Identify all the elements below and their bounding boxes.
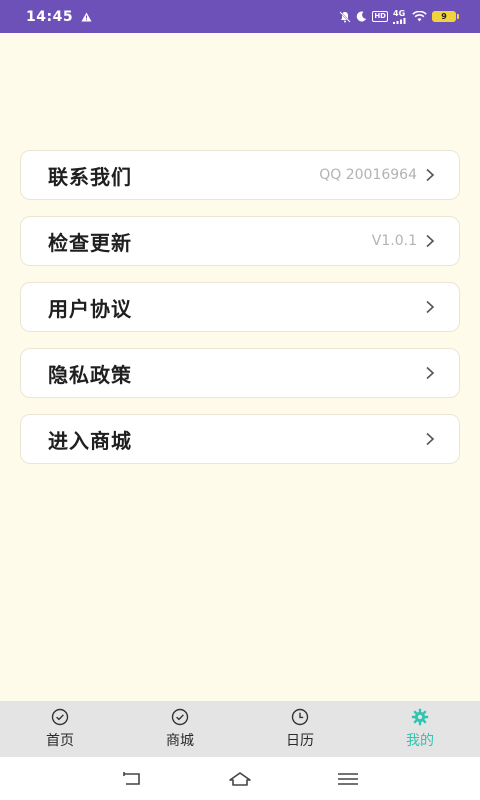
gear-icon <box>411 708 429 726</box>
menu-item-check-update[interactable]: 检查更新 V1.0.1 <box>20 216 460 266</box>
menu-button[interactable] <box>330 767 366 791</box>
menu-item-label: 隐私政策 <box>48 362 132 387</box>
home-icon <box>229 771 251 786</box>
tab-home[interactable]: 首页 <box>0 701 120 757</box>
chevron-right-icon <box>426 300 435 314</box>
home-button[interactable] <box>222 767 258 791</box>
chevron-right-icon <box>426 366 435 380</box>
wifi-icon <box>412 11 427 22</box>
bell-off-icon <box>339 10 351 23</box>
settings-menu: 联系我们 QQ 20016964 检查更新 V1.0.1 用户协议 隐私政策 进… <box>20 150 460 480</box>
menu-item-contact-us[interactable]: 联系我们 QQ 20016964 <box>20 150 460 200</box>
hd-badge: HD <box>372 11 388 22</box>
check-circle-icon <box>171 708 189 726</box>
status-time: 14:45 <box>26 8 74 25</box>
bottom-tab-bar: 首页 商城 日历 我的 <box>0 701 480 757</box>
menu-item-label: 用户协议 <box>48 296 132 321</box>
tab-mall[interactable]: 商城 <box>120 701 240 757</box>
menu-item-value: QQ 20016964 <box>319 167 417 183</box>
chevron-right-icon <box>426 432 435 446</box>
tab-label: 我的 <box>406 733 434 749</box>
menu-item-value: V1.0.1 <box>371 233 417 249</box>
system-nav-bar <box>0 757 480 800</box>
chevron-right-icon <box>426 168 435 182</box>
menu-item-privacy-policy[interactable]: 隐私政策 <box>20 348 460 398</box>
tab-mine[interactable]: 我的 <box>360 701 480 757</box>
tab-label: 商城 <box>166 733 194 749</box>
menu-icon <box>338 772 358 785</box>
moon-icon <box>356 11 367 22</box>
tab-label: 日历 <box>286 733 314 749</box>
alert-triangle-icon <box>81 12 92 22</box>
tab-calendar[interactable]: 日历 <box>240 701 360 757</box>
network-label: 4G <box>393 8 406 18</box>
back-icon <box>123 771 140 785</box>
menu-item-enter-mall[interactable]: 进入商城 <box>20 414 460 464</box>
chevron-right-icon <box>426 234 435 248</box>
menu-item-label: 联系我们 <box>48 164 132 189</box>
back-button[interactable] <box>114 767 150 791</box>
status-bar: 14:45 HD 4G 9 <box>0 0 480 33</box>
tab-label: 首页 <box>46 733 74 749</box>
menu-item-label: 检查更新 <box>48 230 132 255</box>
check-circle-icon <box>51 708 69 726</box>
signal-icon: 4G <box>393 8 407 24</box>
clock-icon <box>291 708 309 726</box>
battery-indicator: 9 <box>432 11 459 22</box>
menu-item-user-agreement[interactable]: 用户协议 <box>20 282 460 332</box>
menu-item-label: 进入商城 <box>48 428 132 453</box>
